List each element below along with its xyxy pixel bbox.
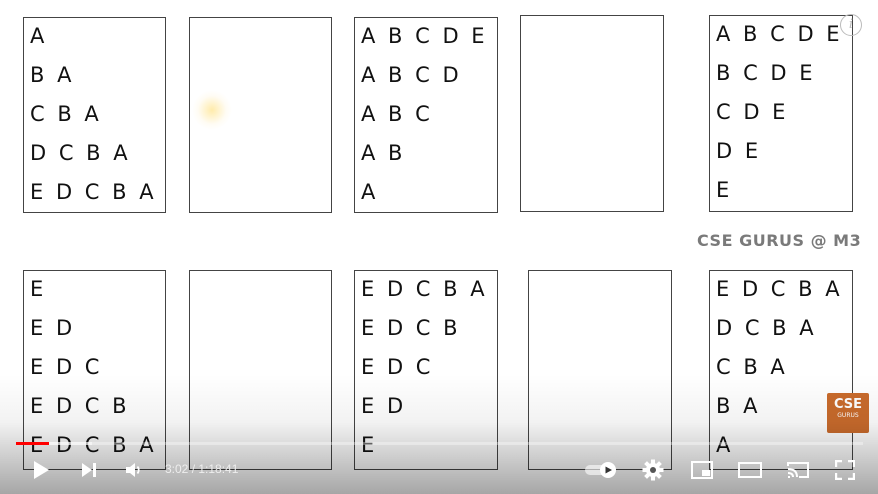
pattern-line: E D C B A	[30, 180, 157, 204]
pattern-line: E	[30, 277, 47, 301]
pattern-line: D C B A	[30, 141, 131, 165]
pattern-box-bottom-3: E D C B A E D C B E D C E D E	[354, 270, 498, 470]
control-bar: 3:02 / 1:18:41	[0, 452, 878, 488]
time-display: 3:02 / 1:18:41	[165, 462, 239, 476]
pattern-line: A B	[361, 141, 406, 165]
play-icon[interactable]	[28, 458, 54, 482]
pattern-line: D E	[716, 139, 762, 163]
pattern-box-bottom-5: E D C B A D C B A C B A B A A	[709, 270, 853, 470]
pattern-line: C B A	[30, 102, 102, 126]
theater-icon[interactable]	[736, 458, 764, 482]
fullscreen-icon[interactable]	[832, 458, 858, 482]
volume-icon[interactable]	[122, 458, 146, 482]
pattern-box-bottom-4	[528, 270, 672, 470]
pattern-line: E D C B	[30, 394, 130, 418]
pattern-line: E D C B	[361, 316, 461, 340]
pattern-line: A B C D	[361, 63, 462, 87]
pattern-line: A	[361, 180, 379, 204]
info-icon[interactable]: i	[840, 14, 862, 36]
pattern-line: E D C	[361, 355, 434, 379]
pattern-line: E D C B A	[716, 277, 843, 301]
pattern-box-top-1: A B A C B A D C B A E D C B A	[23, 17, 166, 213]
pattern-box-top-4	[520, 15, 664, 212]
pattern-line: B A	[716, 394, 761, 418]
pattern-box-bottom-1: E E D E D C E D C B E D C B A	[23, 270, 166, 470]
watermark: CSE GURUS @ M3	[697, 231, 862, 250]
pattern-line: C B A	[716, 355, 788, 379]
video-player[interactable]: A B A C B A D C B A E D C B A A B C D E …	[0, 0, 878, 494]
pattern-line: E	[716, 178, 733, 202]
pattern-line: D C B A	[716, 316, 817, 340]
channel-logo-text: CSE	[833, 397, 863, 412]
miniplayer-icon[interactable]	[689, 458, 715, 482]
pattern-line: A B C D E	[361, 24, 488, 48]
channel-logo[interactable]: CSE GURUS	[827, 393, 869, 433]
pattern-line: E D	[361, 394, 407, 418]
pattern-box-top-2	[189, 17, 332, 213]
pattern-line: B C D E	[716, 61, 816, 85]
pattern-line: C D E	[716, 100, 789, 124]
settings-icon[interactable]	[640, 458, 666, 482]
autoplay-toggle-icon[interactable]	[584, 458, 620, 482]
pattern-box-top-5: A B C D E B C D E C D E D E E	[709, 15, 853, 212]
pattern-line: A B C D E	[716, 22, 843, 46]
pattern-line: B A	[30, 63, 75, 87]
pattern-box-bottom-2	[189, 270, 332, 470]
cast-icon[interactable]	[784, 458, 812, 482]
pattern-line: E D C B A	[361, 277, 488, 301]
progress-played	[16, 442, 50, 445]
pointer-glow	[192, 90, 232, 130]
pattern-line: A B C	[361, 102, 433, 126]
pattern-box-top-3: A B C D E A B C D A B C A B A	[354, 17, 498, 213]
channel-logo-subtext: GURUS	[837, 412, 859, 419]
pattern-line: A	[30, 24, 48, 48]
pattern-line: E D	[30, 316, 76, 340]
progress-bar[interactable]	[16, 442, 863, 445]
pattern-line: E D C	[30, 355, 103, 379]
next-icon[interactable]	[77, 458, 101, 482]
